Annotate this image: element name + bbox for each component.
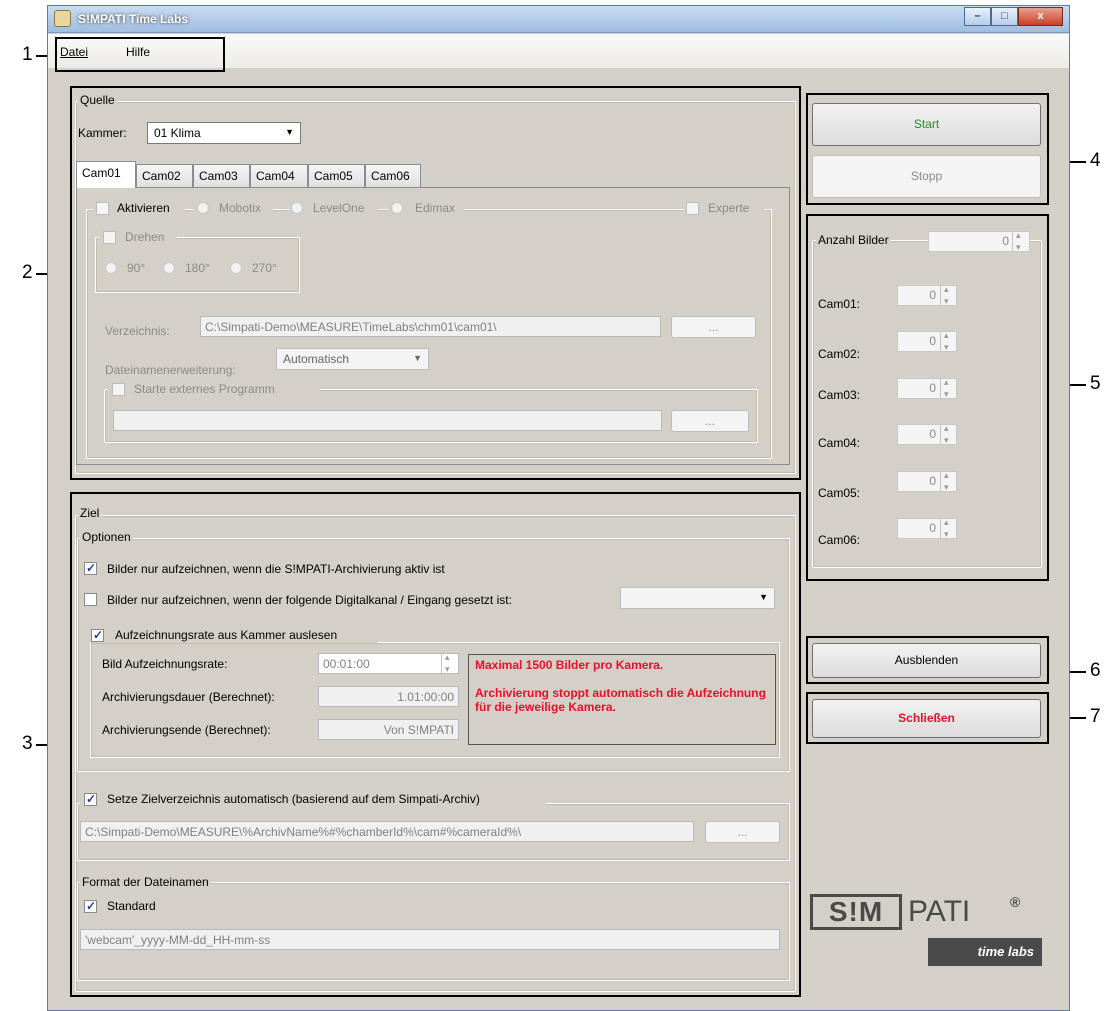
standard-label: Standard: [107, 899, 156, 913]
aufz-label: Aufzeichnungsrate aus Kammer auslesen: [115, 628, 338, 642]
digital-select[interactable]: [620, 587, 775, 609]
ende-field: Von S!MPATI: [318, 719, 459, 740]
setze-field[interactable]: C:\Simpati-Demo\MEASURE\%ArchivName%#%ch…: [80, 821, 694, 842]
drehen-label: Drehen: [125, 230, 165, 244]
kammer-label: Kammer:: [78, 126, 127, 140]
rotate-270-radio[interactable]: [230, 262, 242, 274]
format-title: Format der Dateinamen: [80, 875, 211, 889]
callout-2: 2: [22, 262, 33, 283]
cam05-stepper: [940, 470, 957, 493]
cam06-label: Cam06:: [818, 533, 861, 547]
logo-registered: ®: [1010, 894, 1021, 910]
starte-checkbox[interactable]: [112, 383, 125, 396]
experte-checkbox[interactable]: [686, 202, 699, 215]
opt1-checkbox[interactable]: [84, 561, 97, 575]
info-line-2: Archivierung stoppt automatisch die Aufz…: [475, 686, 766, 714]
rotate-180-radio[interactable]: [163, 262, 175, 274]
callout-3: 3: [22, 733, 33, 754]
cam04-stepper: [940, 423, 957, 446]
cam01-label: Cam01:: [818, 297, 861, 311]
mobotix-radio[interactable]: [197, 202, 209, 214]
dauer-label: Archivierungsdauer (Berechnet):: [102, 690, 275, 704]
levelone-label: LevelOne: [313, 201, 365, 215]
ziel-title: Ziel: [78, 506, 102, 520]
cam03-label: Cam03:: [818, 388, 861, 402]
cam02-stepper: [940, 330, 957, 353]
opt2-checkbox[interactable]: [84, 593, 97, 606]
tab-cam05[interactable]: Cam05: [308, 164, 365, 187]
logo-left: S!M: [810, 894, 902, 930]
cam06-stepper: [940, 517, 957, 540]
tab-cam06[interactable]: Cam06: [365, 164, 421, 187]
cam01-stepper: [940, 284, 957, 307]
info-box: Maximal 1500 Bilder pro Kamera. Archivie…: [468, 654, 776, 745]
callout-5: 5: [1090, 373, 1101, 394]
rate-label: Bild Aufzeichnungsrate:: [102, 657, 228, 671]
starte-label: Starte externes Programm: [134, 382, 275, 396]
callout-4: 4: [1090, 150, 1101, 171]
rotate-270-label: 270°: [252, 261, 277, 275]
cam04-label: Cam04:: [818, 436, 861, 450]
standard-checkbox[interactable]: [84, 899, 97, 913]
rate-stepper[interactable]: [441, 652, 458, 675]
setze-browse-button[interactable]: ...: [705, 821, 780, 843]
rotate-90-radio[interactable]: [105, 262, 117, 274]
starte-browse-button[interactable]: ...: [671, 410, 749, 432]
opt2-label: Bilder nur aufzeichnen, wenn der folgend…: [107, 593, 512, 607]
rate-field[interactable]: 00:01:00: [318, 653, 459, 674]
ende-label: Archivierungsende (Berechnet):: [102, 723, 271, 737]
stopp-button[interactable]: Stopp: [812, 155, 1041, 198]
dauer-field: 1.01:00:00: [318, 686, 459, 707]
callout-7: 7: [1090, 706, 1101, 727]
ext-select[interactable]: Automatisch: [276, 348, 429, 370]
optionen-title: Optionen: [80, 530, 133, 544]
close-window-button[interactable]: x: [1018, 7, 1063, 26]
drehen-checkbox[interactable]: [103, 231, 116, 244]
tab-cam04[interactable]: Cam04: [250, 164, 308, 187]
callout-6: 6: [1090, 660, 1101, 681]
logo-right: PATI: [908, 895, 971, 928]
edimax-radio[interactable]: [391, 202, 403, 214]
anzahl-label: Anzahl Bilder: [816, 233, 891, 247]
setze-label: Setze Zielverzeichnis automatisch (basie…: [107, 792, 480, 806]
levelone-radio[interactable]: [291, 202, 303, 214]
logo-subtitle: time labs: [928, 938, 1042, 966]
callout-1: 1: [22, 44, 33, 65]
opt1-label: Bilder nur aufzeichnen, wenn die S!MPATI…: [107, 562, 445, 576]
aufz-checkbox[interactable]: [91, 628, 104, 642]
window-title: S!MPATI Time Labs: [78, 12, 189, 26]
cam02-label: Cam02:: [818, 347, 861, 361]
mobotix-label: Mobotix: [219, 201, 262, 215]
schliessen-button[interactable]: Schließen: [812, 699, 1041, 738]
title-bar: S!MPATI Time Labs – □ x: [48, 6, 1069, 33]
aktivieren-label: Aktivieren: [117, 201, 170, 215]
start-button[interactable]: Start: [812, 103, 1041, 146]
verzeichnis-field[interactable]: C:\Simpati-Demo\MEASURE\TimeLabs\chm01\c…: [200, 316, 661, 337]
verzeichnis-label: Verzeichnis:: [105, 324, 170, 338]
cam05-label: Cam05:: [818, 486, 861, 500]
tab-cam03[interactable]: Cam03: [193, 164, 250, 187]
starte-field[interactable]: [113, 410, 662, 431]
quelle-title: Quelle: [78, 93, 117, 107]
rotate-90-label: 90°: [127, 261, 146, 275]
info-line-1: Maximal 1500 Bilder pro Kamera.: [475, 658, 664, 672]
ausblenden-button[interactable]: Ausblenden: [812, 643, 1041, 678]
maximize-button[interactable]: □: [991, 7, 1018, 26]
verzeichnis-browse-button[interactable]: ...: [671, 316, 756, 338]
minimize-button[interactable]: –: [964, 7, 991, 26]
tab-cam02[interactable]: Cam02: [136, 164, 193, 187]
edimax-label: Edimax: [415, 201, 456, 215]
anzahl-total-stepper: [1012, 230, 1029, 253]
tab-cam01[interactable]: Cam01: [76, 161, 136, 188]
rotate-180-label: 180°: [185, 261, 210, 275]
format-field: 'webcam'_yyyy-MM-dd_HH-mm-ss: [80, 929, 780, 950]
ext-label: Dateinamenerweiterung:: [105, 363, 236, 377]
kammer-select[interactable]: 01 Klima: [147, 122, 301, 144]
cam03-stepper: [940, 377, 957, 400]
setze-checkbox[interactable]: [84, 792, 97, 806]
aktivieren-checkbox[interactable]: [96, 202, 109, 215]
experte-label: Experte: [708, 201, 750, 215]
app-icon: [54, 10, 71, 27]
callout-box-1: [55, 37, 225, 72]
